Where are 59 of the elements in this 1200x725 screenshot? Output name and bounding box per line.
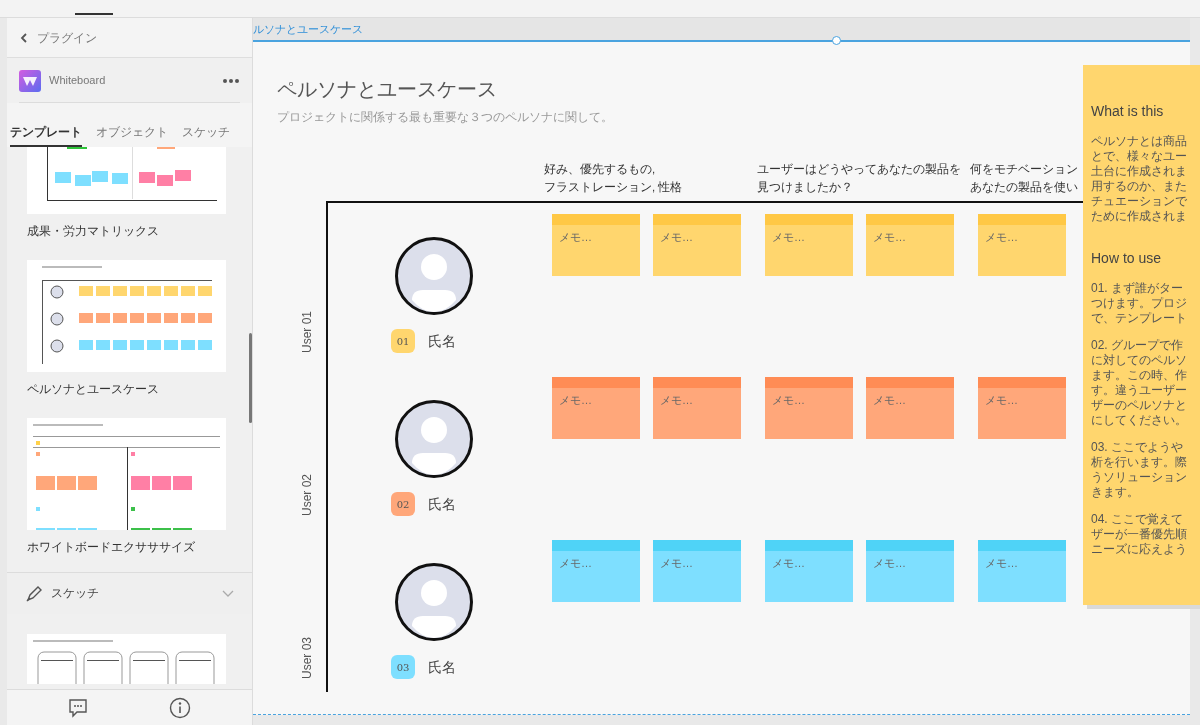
- plugin-name: Whiteboard: [49, 73, 107, 89]
- sticky-note[interactable]: メモ…: [552, 214, 640, 276]
- template-title[interactable]: ホワイトボードエクサササイズ: [27, 538, 195, 556]
- number-badge: 01: [391, 329, 415, 353]
- template-preview[interactable]: [27, 634, 226, 684]
- persona-name: 氏名: [428, 657, 456, 677]
- sticky-note[interactable]: メモ…: [653, 540, 741, 602]
- sticky-note[interactable]: メモ…: [653, 214, 741, 276]
- more-icon[interactable]: [222, 77, 240, 84]
- sticky-note[interactable]: メモ…: [765, 540, 853, 602]
- section-title: スケッチ: [51, 585, 100, 601]
- sticky-note[interactable]: メモ…: [978, 540, 1066, 602]
- column-heading: ユーザーはどうやってあなたの製品を 見つけましたか？: [757, 162, 961, 195]
- sticky-note[interactable]: メモ…: [866, 540, 954, 602]
- sticky-note[interactable]: メモ…: [552, 540, 640, 602]
- panel-text: 04. ここで覚えて ザーが一番優先順 ニーズに応えよう: [1091, 512, 1187, 557]
- persona-name: 氏名: [428, 331, 456, 351]
- avatar-icon: [394, 563, 473, 641]
- row-label: User 01: [299, 310, 315, 353]
- board-subtitle: プロジェクトに関係する最も重要な３つのペルソナに関して。: [277, 109, 613, 126]
- row-label: User 03: [299, 636, 315, 679]
- template-preview[interactable]: [27, 418, 226, 530]
- sticky-note[interactable]: メモ…: [552, 377, 640, 439]
- back-link[interactable]: プラグイン: [37, 28, 97, 47]
- pen-icon: [25, 584, 43, 603]
- template-title[interactable]: 成果・労力マトリックス: [27, 222, 159, 240]
- row-label: User 02: [299, 473, 315, 516]
- comment-icon[interactable]: [67, 697, 88, 718]
- sticky-note[interactable]: メモ…: [653, 377, 741, 439]
- panel-heading: How to use: [1091, 249, 1162, 268]
- sticky-note[interactable]: メモ…: [978, 214, 1066, 276]
- template-preview[interactable]: [27, 260, 226, 372]
- info-icon[interactable]: [169, 696, 192, 719]
- board-title: ペルソナとユースケース: [277, 77, 498, 102]
- column-heading: 何をモチベーション あなたの製品を使い: [970, 162, 1078, 196]
- panel-heading: What is this: [1091, 102, 1164, 121]
- chevron-down-icon[interactable]: [222, 589, 234, 598]
- panel-text: ペルソナとは商品 とで、様々なユー 土台に作成されま 用するのか、また チュエーションで ために作成されま: [1091, 134, 1187, 224]
- tab[interactable]: スケッチ: [182, 123, 230, 147]
- number-badge: 02: [391, 492, 415, 516]
- artboard-label[interactable]: ルソナとユースケース: [253, 20, 363, 38]
- persona-name: 氏名: [428, 494, 456, 514]
- avatar-icon: [394, 237, 473, 315]
- sticky-note[interactable]: メモ…: [866, 214, 954, 276]
- sticky-note[interactable]: メモ…: [765, 377, 853, 439]
- avatar-icon: [394, 400, 473, 478]
- panel-text: 02. グループで作 に対してのペルソ ます。この時、作 す。違うユーザー ザーのペルソナと にしてください。: [1091, 338, 1187, 428]
- panel-text: 03. ここでようや 析を行います。際 うソリューション きます。: [1091, 440, 1187, 500]
- template-title[interactable]: ペルソナとユースケース: [27, 380, 159, 398]
- number-badge: 03: [391, 655, 415, 679]
- tab[interactable]: オブジェクト: [96, 123, 168, 147]
- panel-text: 01. まず誰がター つけます。プロジ で、テンプレート: [1091, 281, 1187, 326]
- sticky-note[interactable]: メモ…: [978, 377, 1066, 439]
- back-chevron-icon[interactable]: [19, 31, 29, 44]
- sticky-note[interactable]: メモ…: [866, 377, 954, 439]
- app-logo-icon: [19, 69, 41, 92]
- column-heading: 好み、優先するもの, フラストレーション, 性格: [544, 162, 683, 195]
- scrollbar-thumb[interactable]: [249, 333, 252, 423]
- sticky-note[interactable]: メモ…: [765, 214, 853, 276]
